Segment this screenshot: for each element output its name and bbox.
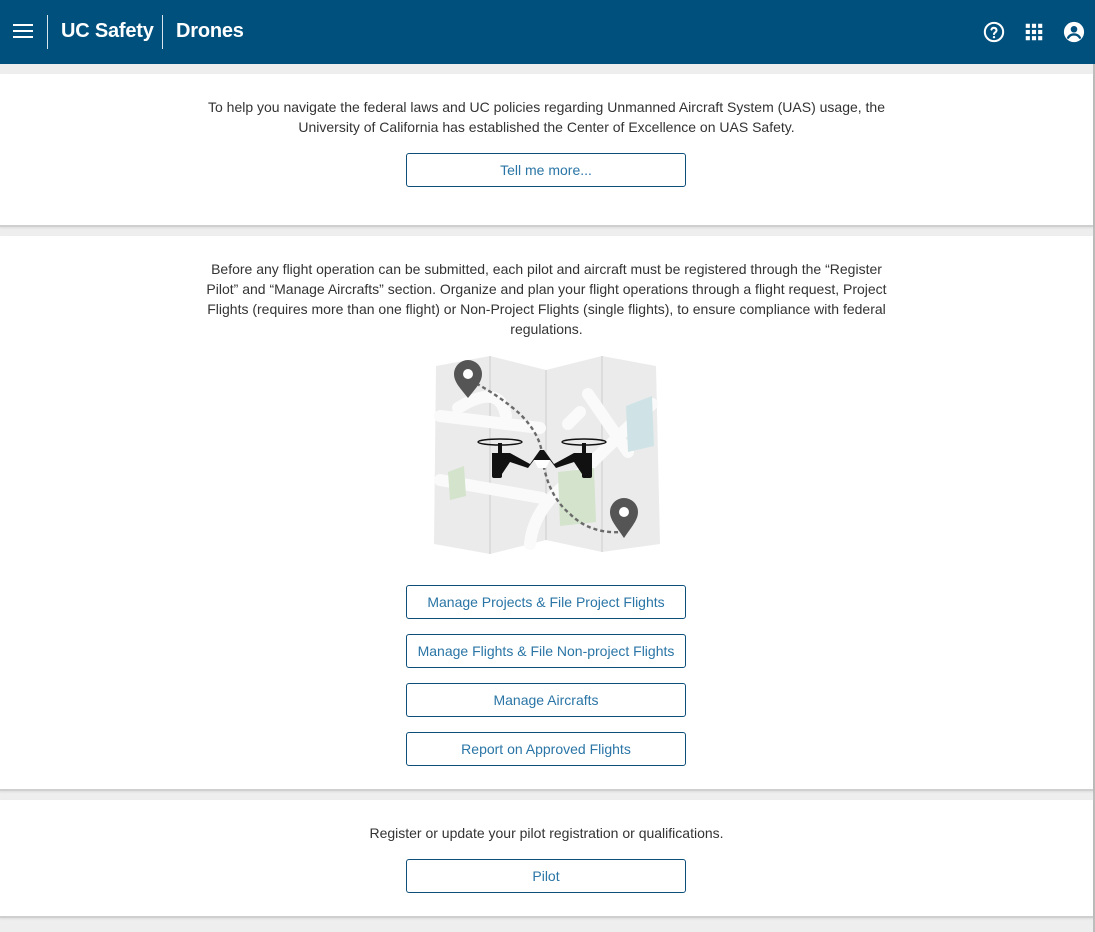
menu-icon[interactable] <box>10 20 36 44</box>
manage-projects-button[interactable]: Manage Projects & File Project Flights <box>406 585 686 619</box>
report-approved-flights-button[interactable]: Report on Approved Flights <box>406 732 686 766</box>
drone-map-illustration <box>434 356 660 554</box>
help-icon[interactable] <box>983 21 1005 43</box>
top-app-bar: UC Safety Drones <box>0 0 1095 64</box>
app-name[interactable]: UC Safety <box>61 20 154 43</box>
pilot-card: Register or update your pilot registrati… <box>0 800 1093 918</box>
pilot-text: Register or update your pilot registrati… <box>369 825 724 841</box>
header-divider <box>47 15 48 49</box>
header-divider <box>162 15 163 49</box>
intro-card: To help you navigate the federal laws an… <box>0 74 1093 227</box>
section-title: Drones <box>176 20 244 42</box>
apps-grid-icon[interactable] <box>1023 21 1045 43</box>
tell-me-more-button[interactable]: Tell me more... <box>406 153 686 187</box>
flights-text: Before any flight operation can be submi… <box>206 261 887 337</box>
manage-flights-button[interactable]: Manage Flights & File Non-project Flight… <box>406 634 686 668</box>
manage-aircrafts-button[interactable]: Manage Aircrafts <box>406 683 686 717</box>
pilot-button[interactable]: Pilot <box>406 859 686 893</box>
intro-text: To help you navigate the federal laws an… <box>207 99 886 135</box>
account-icon[interactable] <box>1063 21 1085 43</box>
